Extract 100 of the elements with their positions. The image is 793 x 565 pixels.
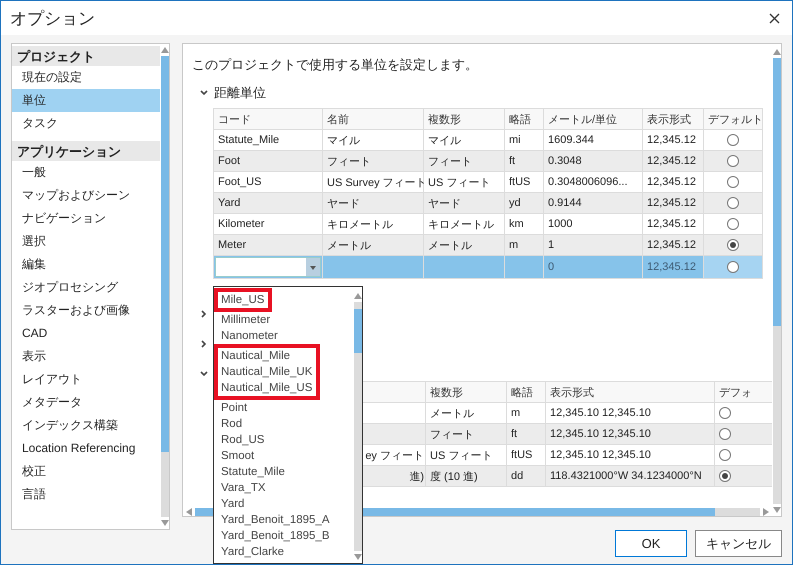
sidebar-item[interactable]: 選択 (12, 230, 160, 253)
scroll-up-icon[interactable] (354, 293, 362, 299)
chevron-right-icon[interactable] (200, 340, 208, 348)
table-cell: メートル (322, 234, 424, 256)
dropdown-item[interactable]: Yard_Clarke (214, 544, 353, 560)
scroll-up-icon[interactable] (772, 49, 780, 55)
dropdown-item[interactable]: Vara_TX (214, 480, 353, 496)
table-cell: ft (504, 150, 544, 172)
column-header[interactable]: メートル/単位 (544, 108, 642, 130)
dropdown-item[interactable]: Nautical_Mile_US (218, 380, 312, 396)
sidebar-item[interactable]: 現在の設定 (12, 66, 160, 89)
sidebar-item[interactable]: 単位 (12, 89, 160, 112)
column-header[interactable]: 表示形式 (642, 108, 704, 130)
table-cell: 12,345.12 (642, 192, 704, 214)
radio-button[interactable] (727, 155, 739, 168)
radio-button[interactable] (727, 239, 739, 252)
dropdown-item[interactable]: Point (214, 400, 353, 416)
column-header[interactable]: 名前 (322, 108, 424, 130)
section-title[interactable]: 距離単位 (214, 84, 266, 102)
sidebar-item[interactable]: マップおよびシーン (12, 184, 160, 207)
dropdown-item[interactable]: Rod_US (214, 432, 353, 448)
sidebar-item[interactable]: インデックス構築 (12, 414, 160, 437)
sidebar-item[interactable]: タスク (12, 112, 160, 135)
table-cell: ey フィート (365, 450, 424, 462)
sidebar-item[interactable]: 校正 (12, 460, 160, 483)
table-cell: 12,345.10 12,345.10 (546, 424, 714, 444)
column-header[interactable]: 表示形式 (546, 382, 714, 402)
dropdown-item[interactable]: Statute_Mile (214, 464, 353, 480)
close-icon[interactable] (769, 12, 780, 24)
table-cell: dd (506, 466, 546, 486)
radio-button[interactable] (727, 134, 739, 146)
sidebar-item[interactable]: レイアウト (12, 368, 160, 391)
sidebar-item[interactable]: Location Referencing (12, 437, 160, 460)
sidebar-item[interactable]: 編集 (12, 253, 160, 276)
dropdown-item[interactable]: Rod (214, 416, 353, 432)
sidebar-item[interactable]: 表示 (12, 345, 160, 368)
scroll-right-icon[interactable] (763, 508, 769, 516)
table-cell: 0 (544, 256, 642, 278)
scroll-up-icon[interactable] (160, 47, 168, 53)
dialog-button[interactable]: OK (615, 530, 687, 557)
table-cell: yd (504, 192, 544, 214)
dropdown-item[interactable]: Millimeter (214, 312, 353, 328)
dropdown-item[interactable]: Mile_US (218, 292, 264, 308)
table-cell: フィート (322, 150, 424, 172)
table-cell: 0.9144 (544, 192, 642, 214)
table-cell: 12,345.12 (642, 150, 704, 172)
dropdown-item[interactable]: Nanometer (214, 328, 353, 344)
scrollbar-thumb[interactable] (354, 308, 362, 354)
column-header[interactable]: デフォ (714, 382, 772, 402)
table-cell: Foot (214, 150, 322, 172)
radio-button[interactable] (719, 470, 731, 482)
radio-button[interactable] (727, 197, 739, 210)
radio-button[interactable] (719, 449, 731, 462)
sidebar-scrollbar[interactable] (160, 44, 169, 529)
table-cell: ヤード (424, 192, 504, 214)
table-cell: ft (506, 424, 546, 444)
radio-button[interactable] (727, 261, 739, 274)
dropdown-menu[interactable]: Mile_US Millimeter Nanometer Nautical_Mile Nautical_Mile_UK Nautical_Mile_US Point Rod Rod_US Smoot Statute_Mile Vara_TX Yard Yard_Benoit_1895_A Yard_Benoit_1895_B Yard_Clarke (213, 286, 363, 564)
table-cell: 0.3048 (544, 150, 642, 172)
dropdown-item[interactable]: Yard (214, 496, 353, 512)
scroll-down-icon[interactable] (160, 520, 168, 526)
sidebar-item[interactable]: ジオプロセシング (12, 276, 160, 299)
sidebar-item[interactable]: CAD (12, 322, 160, 345)
table-cell: Yard (214, 192, 322, 214)
sidebar-item[interactable]: 一般 (12, 161, 160, 184)
column-header[interactable]: 複数形 (426, 382, 506, 402)
table-cell: 12,345.12 (642, 256, 704, 278)
table-cell: m (504, 234, 544, 256)
radio-button[interactable] (719, 407, 731, 420)
chevron-down-icon[interactable] (200, 90, 208, 96)
table-cell: フィート (424, 150, 504, 172)
scrollbar-thumb[interactable] (772, 58, 780, 326)
radio-button[interactable] (727, 218, 739, 230)
sidebar-group-header: プロジェクト (12, 46, 160, 66)
scroll-down-icon[interactable] (354, 554, 362, 560)
sidebar-item[interactable]: ラスターおよび画像 (12, 299, 160, 322)
radio-button[interactable] (719, 428, 731, 440)
sidebar-item[interactable]: メタデータ (12, 391, 160, 414)
table-cell: 進) (409, 470, 424, 482)
dropdown-item[interactable]: Nautical_Mile_UK (218, 364, 312, 380)
radio-button[interactable] (727, 176, 739, 188)
column-header[interactable]: 略語 (506, 382, 546, 402)
dropdown-item[interactable]: Smoot (214, 448, 353, 464)
sidebar-item[interactable]: ナビゲーション (12, 207, 160, 230)
dropdown-item[interactable]: Yard_Benoit_1895_B (214, 528, 353, 544)
dropdown-item[interactable]: Yard_Benoit_1895_A (214, 512, 353, 528)
table-cell: 12,345.12 (642, 234, 704, 256)
dialog-button[interactable]: キャンセル (695, 530, 782, 557)
column-header[interactable]: コード (214, 108, 322, 130)
column-header[interactable]: デフォルト (704, 108, 762, 130)
chevron-right-icon[interactable] (200, 310, 208, 318)
table-cell: Meter (214, 234, 322, 256)
column-header[interactable]: 複数形 (424, 108, 504, 130)
column-header[interactable]: 略語 (504, 108, 544, 130)
table-cell: ヤード (322, 192, 424, 214)
chevron-down-icon[interactable] (200, 371, 208, 377)
table-cell: 118.4321000°W 34.1234000°N (546, 466, 714, 486)
sidebar-item[interactable]: 言語 (12, 483, 160, 506)
scrollbar-thumb[interactable] (160, 56, 168, 452)
dropdown-item[interactable]: Nautical_Mile (218, 348, 312, 364)
